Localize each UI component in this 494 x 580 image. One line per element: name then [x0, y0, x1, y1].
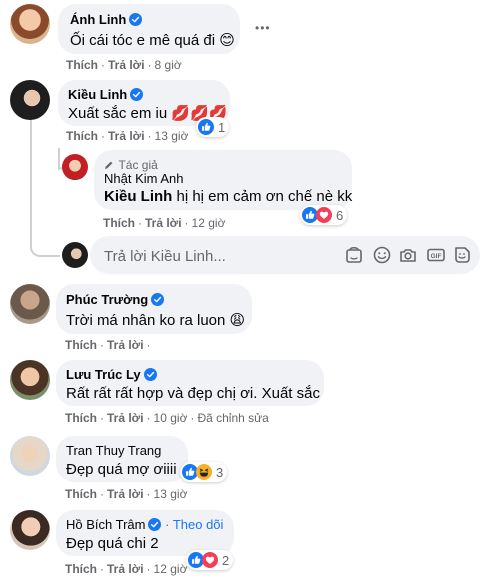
mention-link[interactable]: Kiều Linh [104, 188, 172, 205]
timestamp[interactable]: 13 giờ [155, 129, 189, 143]
timestamp[interactable]: 8 giờ [155, 58, 182, 72]
love-reaction-icon [202, 552, 218, 568]
avatar[interactable] [10, 436, 50, 476]
reaction-summary[interactable]: 6 [300, 205, 348, 225]
reply-button[interactable]: Trả lời [108, 58, 145, 72]
reaction-summary[interactable]: 2 [186, 550, 234, 570]
comment-text: Trời má nhân ko ra luon 😩 [66, 312, 246, 329]
like-button[interactable]: Thích [66, 58, 98, 72]
comment-actions: Thích · Trả lời · 8 giờ [66, 58, 182, 72]
verified-badge-icon [129, 13, 142, 26]
verified-badge-icon [130, 88, 143, 101]
reply-input[interactable] [102, 236, 326, 276]
timestamp[interactable]: 12 giờ [154, 562, 188, 576]
comment-text: Đẹp quá chi 2 [66, 535, 159, 552]
svg-text:GIF: GIF [431, 253, 442, 260]
comment-bubble: Ánh Linh Ối cái tóc e mê quá đi 😊 [58, 4, 240, 54]
comment-actions: Thích · Trả lời · 10 giờ · Đã chỉnh sửa [65, 411, 269, 425]
comment-actions: Thích · Trả lời · 13 giờ [66, 129, 189, 143]
commenter-name[interactable]: Nhật Kim Anh [104, 171, 184, 186]
comment-actions: Thích · Trả lời · 13 giờ [65, 487, 188, 501]
pencil-icon [105, 161, 113, 169]
comment-bubble: Lưu Trúc Ly Rất rất rất hợp và đẹp chị ơ… [56, 360, 324, 406]
avatar[interactable] [10, 510, 50, 550]
comment-text: Ối cái tóc e mê quá đi 😊 [70, 32, 235, 49]
reaction-count: 2 [222, 552, 230, 568]
reply-button[interactable]: Trả lời [145, 216, 182, 230]
commenter-name[interactable]: Kiều Linh [68, 87, 127, 102]
verified-badge-icon [144, 368, 157, 381]
more-options-button[interactable]: ••• [255, 21, 271, 35]
reply-composer: GIF [90, 236, 480, 276]
like-button[interactable]: Thích [103, 216, 135, 230]
timestamp[interactable]: 12 giờ [192, 216, 226, 230]
commenter-name[interactable]: Lưu Trúc Ly [66, 367, 141, 382]
thread-connector [30, 230, 60, 257]
timestamp[interactable]: 10 giờ [154, 411, 188, 425]
reaction-summary[interactable]: 1 [196, 117, 230, 137]
avatar[interactable] [10, 4, 50, 44]
reply-button[interactable]: Trả lời [107, 411, 144, 425]
commenter-name[interactable]: Ánh Linh [70, 12, 126, 27]
commenter-name[interactable]: Phúc Trường [66, 292, 148, 307]
reaction-count: 3 [216, 464, 224, 480]
like-reaction-icon [198, 119, 214, 135]
reply-button[interactable]: Trả lời [107, 487, 144, 501]
comment-actions: Thích · Trả lời · 12 giờ [103, 216, 226, 230]
comment-text: Đẹp quá mợ ơiiii [66, 461, 177, 478]
comment-bubble: Tran Thuy Trang Đẹp quá mợ ơiiii [56, 436, 188, 482]
gif-icon[interactable]: GIF [426, 245, 446, 265]
reply-bubble: Tác giả Nhật Kim Anh Kiều Linh hị hị em … [94, 150, 352, 210]
commenter-name[interactable]: Tran Thuy Trang [66, 443, 161, 458]
avatar-sticker-icon[interactable] [344, 245, 364, 265]
avatar[interactable] [10, 360, 50, 400]
reply-button[interactable]: Trả lời [107, 338, 144, 352]
author-badge: Tác giả [118, 158, 158, 172]
like-button[interactable]: Thích [65, 487, 97, 501]
like-button[interactable]: Thích [66, 129, 98, 143]
reaction-summary[interactable]: 3 [180, 462, 228, 482]
haha-reaction-icon [196, 464, 212, 480]
reply-button[interactable]: Trả lời [107, 562, 144, 576]
comment-actions: Thích · Trả lời · [65, 338, 151, 352]
love-reaction-icon [316, 207, 332, 223]
edited-label: Đã chỉnh sửa [197, 411, 269, 425]
timestamp[interactable]: 13 giờ [154, 487, 188, 501]
like-button[interactable]: Thích [65, 338, 97, 352]
comment-text: Rất rất rất hợp và đẹp chị ơi. Xuất sắc [66, 385, 320, 402]
comment-text: hị hị em cảm ơn chế nè kk [172, 188, 353, 205]
reply-button[interactable]: Trả lời [108, 129, 145, 143]
commenter-name[interactable]: Hồ Bích Trâm [66, 517, 145, 532]
verified-badge-icon [151, 293, 164, 306]
camera-icon[interactable] [398, 245, 418, 265]
thread-line [30, 118, 32, 248]
avatar[interactable] [10, 284, 50, 324]
comment-bubble: Phúc Trường Trời má nhân ko ra luon 😩 [56, 284, 252, 334]
comment-actions: Thích · Trả lời · 12 giờ [65, 562, 188, 576]
reaction-count: 1 [218, 119, 226, 135]
avatar[interactable] [10, 80, 50, 120]
verified-badge-icon [148, 518, 161, 531]
like-button[interactable]: Thích [65, 562, 97, 576]
emoji-icon[interactable] [372, 245, 392, 265]
avatar[interactable] [62, 242, 88, 268]
follow-button[interactable]: Theo dõi [173, 517, 224, 532]
reaction-count: 6 [336, 207, 344, 223]
like-button[interactable]: Thích [65, 411, 97, 425]
avatar[interactable] [62, 154, 88, 180]
sticker-icon[interactable] [452, 245, 472, 265]
